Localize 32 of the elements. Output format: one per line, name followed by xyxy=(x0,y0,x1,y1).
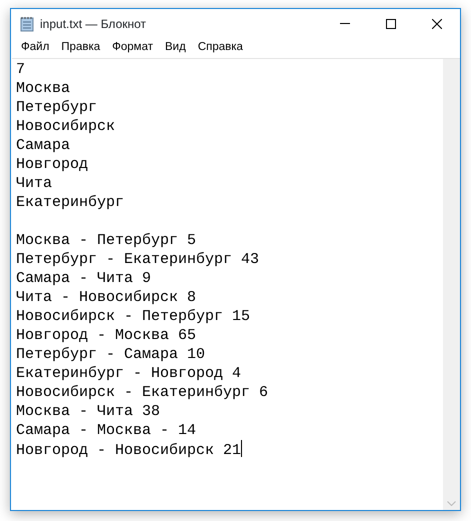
text-line: Чита xyxy=(16,175,52,192)
close-icon xyxy=(432,18,442,28)
text-line: Екатеринбург - Новгород 4 xyxy=(16,365,242,382)
text-line: Самара - Чита 9 xyxy=(16,270,152,287)
text-line: Новосибирск xyxy=(16,118,116,135)
minimize-icon xyxy=(340,23,350,24)
text-line: Новосибирск - Екатеринбург 6 xyxy=(16,384,268,401)
text-line: Новосибирск - Петербург 15 xyxy=(16,308,250,325)
scrollbar[interactable] xyxy=(443,59,460,510)
menu-item[interactable]: Вид xyxy=(159,39,192,57)
text-line: Новгород - Москва 65 xyxy=(16,327,196,344)
text-line: 7 xyxy=(16,61,26,78)
text-line: Екатеринбург xyxy=(16,194,124,211)
text-line: Петербург - Екатеринбург 43 xyxy=(16,251,260,268)
chevron-down-icon[interactable] xyxy=(447,501,456,506)
window-title: input.txt — Блокнот xyxy=(40,16,146,32)
text-line: Самара xyxy=(16,137,70,154)
menu-item[interactable]: Правка xyxy=(55,39,106,57)
menu-item[interactable]: Файл xyxy=(15,39,56,57)
text-line: Москва xyxy=(16,80,70,97)
text-line: Чита - Новосибирск 8 xyxy=(16,289,196,306)
notepad-icon xyxy=(20,16,34,32)
text-line: Новгород - Новосибирск 21 xyxy=(16,442,242,459)
text-line: Петербург - Самара 10 xyxy=(16,346,206,363)
menu-item[interactable]: Справка xyxy=(192,39,249,57)
text-line: Самара - Москва - 14 xyxy=(16,422,196,439)
text-line: Москва - Чита 38 xyxy=(16,403,160,420)
maximize-icon xyxy=(386,18,396,28)
text-line: Новгород xyxy=(16,156,88,173)
menu-item[interactable]: Формат xyxy=(106,39,159,57)
text-line: Петербург xyxy=(16,99,98,116)
text-line: Москва - Петербург 5 xyxy=(16,232,196,249)
